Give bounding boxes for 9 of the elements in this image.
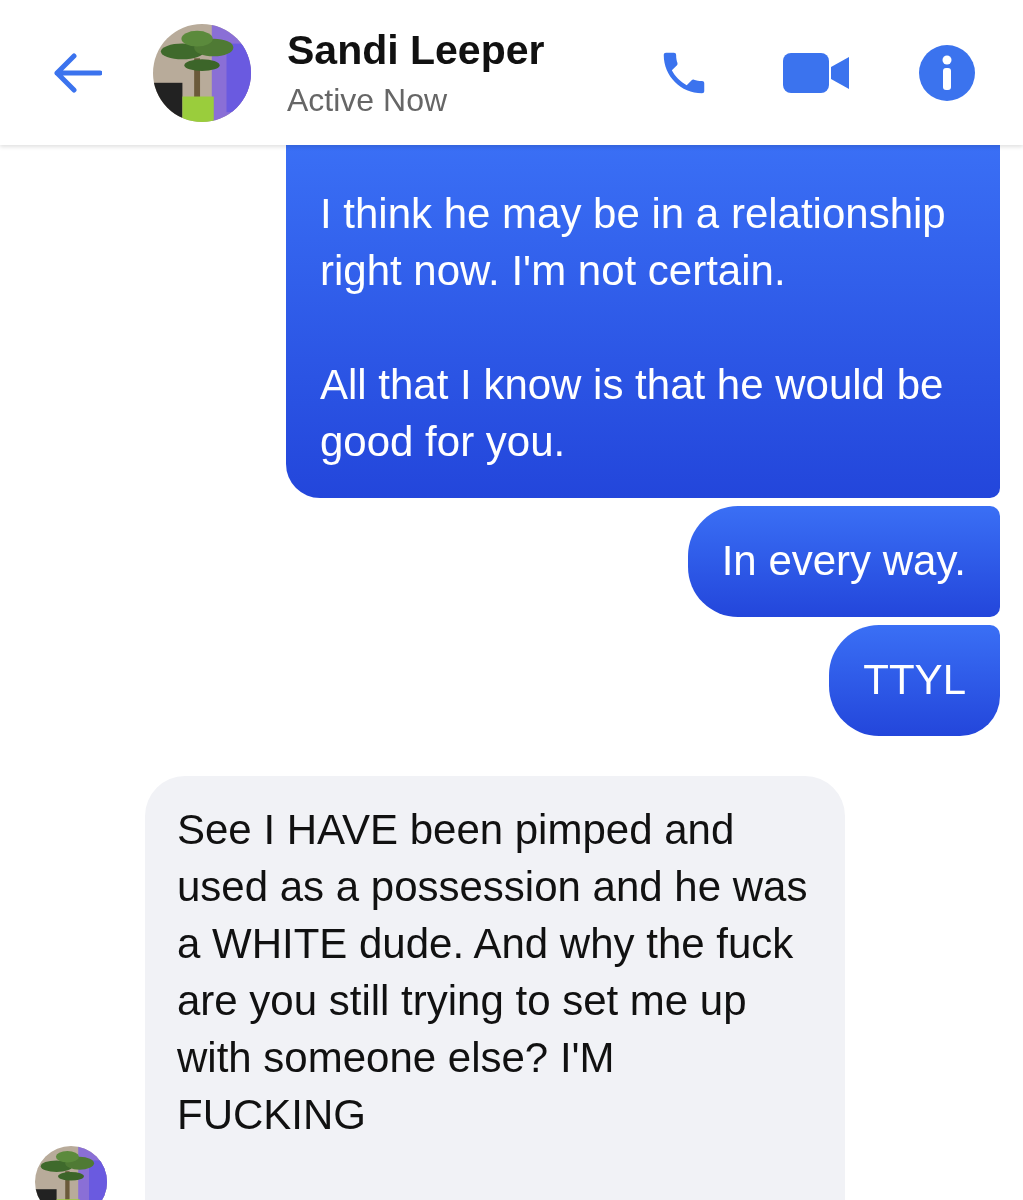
status-text: Active Now [287,81,449,119]
sent-message: TTYL [829,625,1000,736]
sent-message: I think he may be in a relationship right now. I'm not certain. All that I know is that he would be good for you. [286,145,1000,498]
back-icon[interactable] [52,52,102,93]
received-message: See I HAVE been pimped and used as a possession and he was a WHITE dude. And why the fuck are you still trying to set me up with someone else? I'M FUCKING [145,776,845,1200]
contact-name: Sandi Leeper [287,26,546,74]
video-camera-icon[interactable] [783,52,849,93]
sent-message: In every way. [687,506,1000,617]
info-icon[interactable] [919,44,975,101]
